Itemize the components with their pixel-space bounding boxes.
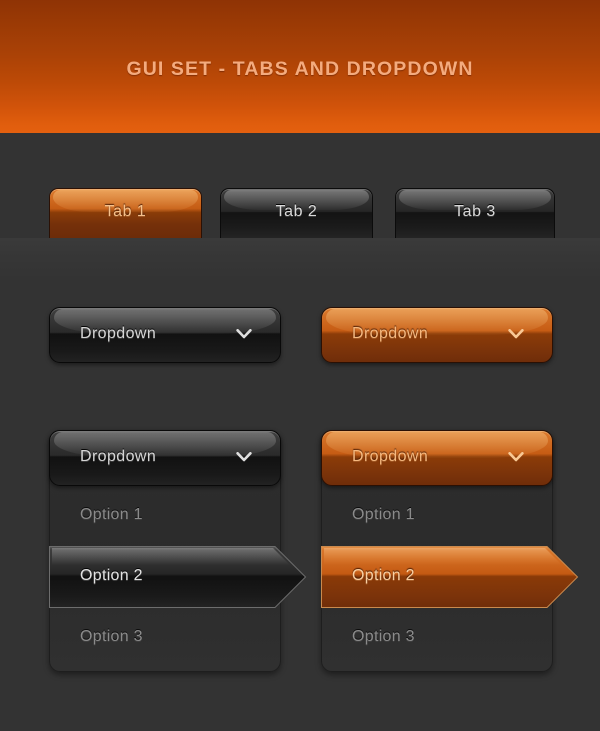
option-label-selected: Option 2 xyxy=(80,567,143,584)
chevron-down-icon xyxy=(508,452,524,463)
content-stage: Tab 1 Tab 2 Tab 3 Dropdown Dropdown Drop… xyxy=(0,133,600,731)
option-label: Option 1 xyxy=(352,506,415,523)
option-item[interactable]: Option 1 xyxy=(50,486,280,546)
dropdown-panel-orange-trigger-label: Dropdown xyxy=(352,448,429,465)
page-title: GUI SET - TABS AND DROPDOWN xyxy=(126,58,474,80)
option-label: Option 1 xyxy=(80,506,143,523)
dropdown-panel-dark-trigger-label: Dropdown xyxy=(80,448,157,465)
option-item-selected[interactable]: Option 2 xyxy=(49,546,307,608)
option-label: Option 3 xyxy=(352,628,415,645)
page-header: GUI SET - TABS AND DROPDOWN xyxy=(0,0,600,133)
dropdown-button-dark-label: Dropdown xyxy=(80,325,157,342)
tab-2-label: Tab 2 xyxy=(275,203,318,220)
tab-2[interactable]: Tab 2 xyxy=(220,188,373,238)
option-item[interactable]: Option 3 xyxy=(322,608,552,668)
dropdown-button-dark[interactable]: Dropdown xyxy=(49,307,281,363)
chevron-down-icon xyxy=(236,452,252,463)
option-label-selected: Option 2 xyxy=(352,567,415,584)
tab-1[interactable]: Tab 1 xyxy=(49,188,202,238)
dropdown-panel-orange: Dropdown Option 1 Option 2 Option 3 xyxy=(321,430,579,672)
dropdown-panel-orange-options: Option 1 Option 2 Option 3 xyxy=(321,486,579,668)
dropdown-button-orange[interactable]: Dropdown xyxy=(321,307,553,363)
tab-3-label: Tab 3 xyxy=(454,203,496,220)
dropdown-panel-dark: Dropdown Option 1 Option 2 Option 3 xyxy=(49,430,307,672)
dropdown-button-orange-label: Dropdown xyxy=(352,325,429,342)
tab-3[interactable]: Tab 3 xyxy=(395,188,555,238)
dropdown-panel-dark-trigger[interactable]: Dropdown xyxy=(49,430,281,486)
tab-1-label: Tab 1 xyxy=(104,203,147,220)
option-item[interactable]: Option 1 xyxy=(322,486,552,546)
option-item[interactable]: Option 3 xyxy=(50,608,280,668)
tab-content-band xyxy=(0,238,600,280)
dropdown-panel-orange-trigger[interactable]: Dropdown xyxy=(321,430,553,486)
dropdown-panel-dark-options: Option 1 Option 2 Option 3 xyxy=(49,486,307,668)
option-item-selected[interactable]: Option 2 xyxy=(321,546,579,608)
chevron-down-icon xyxy=(236,329,252,340)
chevron-down-icon xyxy=(508,329,524,340)
option-label: Option 3 xyxy=(80,628,143,645)
